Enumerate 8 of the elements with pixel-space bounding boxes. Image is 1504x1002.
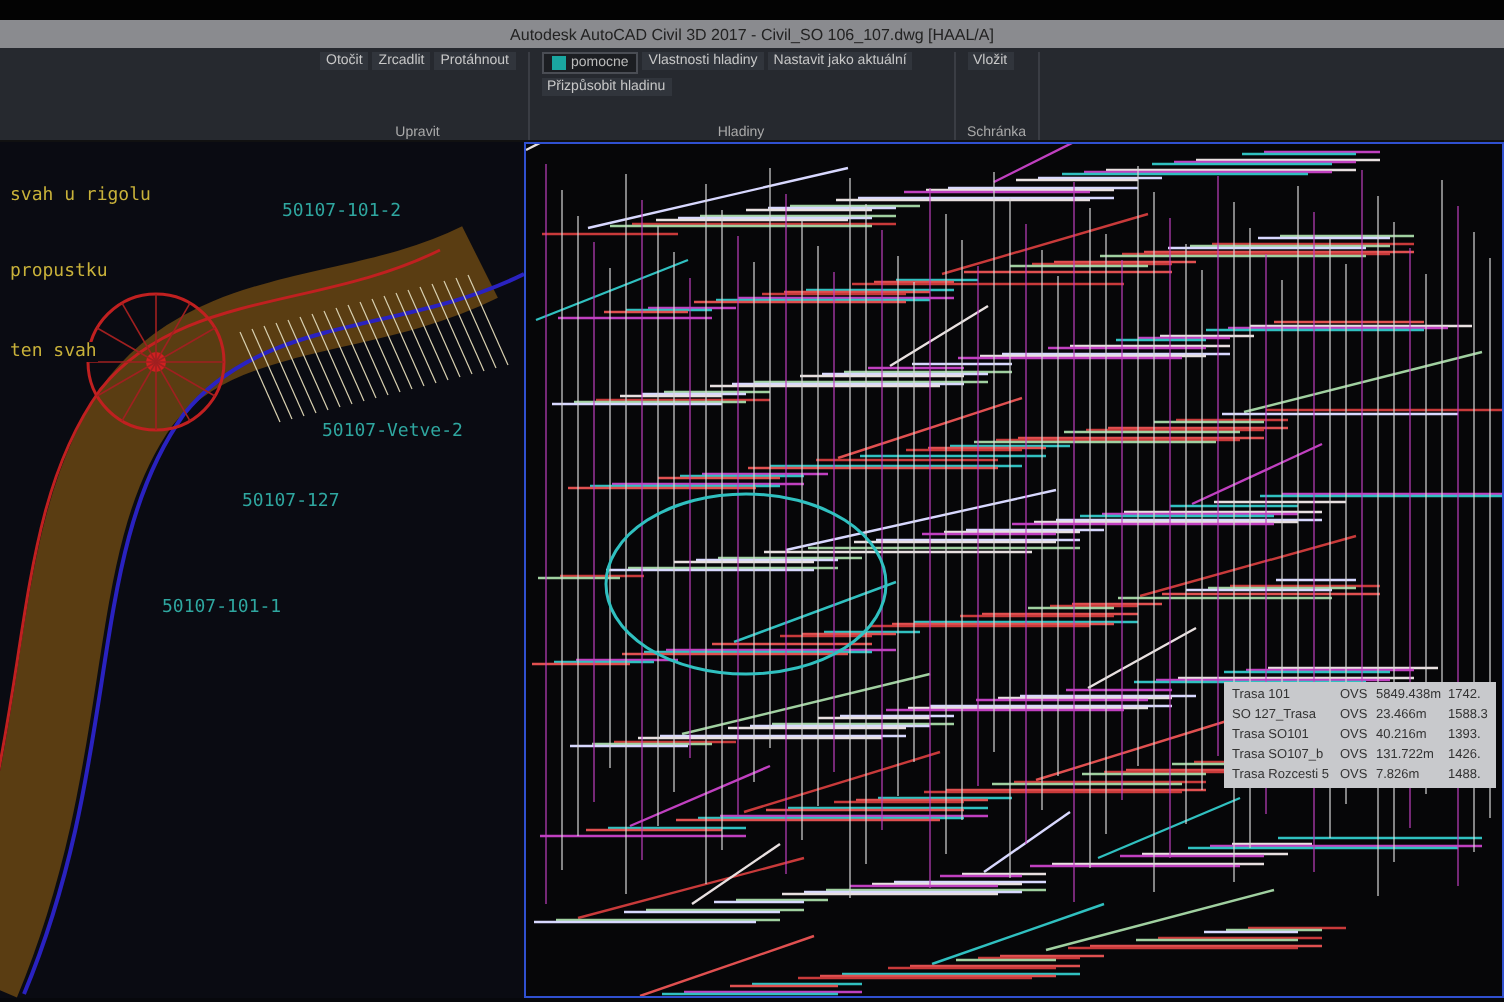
drawing-label: propustku <box>8 262 110 282</box>
drawing-label: 50107-127 <box>240 492 342 512</box>
drawing-label: 50107-101-1 <box>160 598 284 618</box>
window-title: Autodesk AutoCAD Civil 3D 2017 - Civil_SO 106_107.dwg [HAAL/A] <box>510 25 994 43</box>
drawing-label: 50107-Vetve-2 <box>320 422 465 442</box>
drawing-label: ten svah <box>8 342 99 362</box>
drawing-label: 50107-101-2 <box>280 202 404 222</box>
drawing-label: svah u rigolu <box>8 186 153 206</box>
